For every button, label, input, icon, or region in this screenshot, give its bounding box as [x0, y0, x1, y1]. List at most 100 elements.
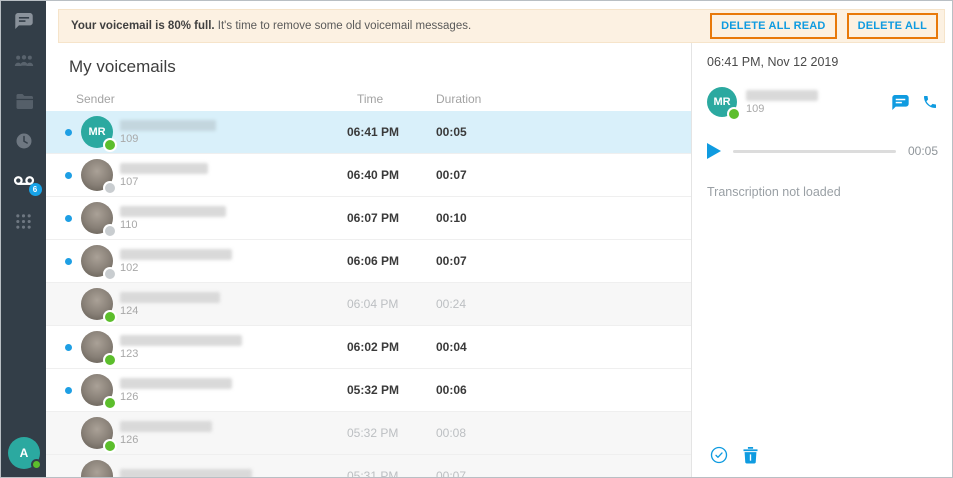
sender-avatar [81, 460, 113, 477]
voicemail-list-pane: My voicemails Sender Time Duration MR 10… [46, 43, 691, 477]
sender-avatar [81, 245, 115, 279]
voicemail-count-badge: 6 [28, 183, 42, 196]
duration-cell: 00:07 [436, 168, 467, 182]
voicemail-datetime: 06:41 PM, Nov 12 2019 [707, 55, 839, 69]
sender-presence-dot [105, 355, 115, 365]
clock-icon [15, 132, 33, 150]
sidebar-item-folder[interactable] [12, 90, 36, 112]
sender-presence-dot [105, 398, 115, 408]
redacted-sender-name [120, 248, 232, 260]
sender-extension: 110 [120, 218, 138, 231]
mark-as-read-button[interactable] [710, 446, 728, 464]
voicemail-row[interactable]: MR 109 06:41 PM 00:05 [46, 111, 691, 154]
sender-avatar [81, 417, 115, 451]
sender-presence-dot [105, 312, 115, 322]
duration-cell: 00:10 [436, 211, 467, 225]
sender-avatar [81, 288, 115, 322]
sender-extension: 107 [120, 175, 139, 188]
voicemail-row[interactable]: 107 06:40 PM 00:07 [46, 154, 691, 197]
sender-avatar: MR [81, 116, 115, 150]
redacted-sender-name [120, 420, 212, 432]
sender-avatar [81, 159, 115, 193]
time-cell: 06:40 PM [347, 168, 400, 182]
sidebar-item-chat[interactable] [12, 10, 36, 32]
redacted-sender-name [120, 205, 226, 217]
redacted-contact-name [746, 89, 818, 101]
sender-extension: 126 [120, 390, 139, 403]
user-presence-dot [31, 459, 42, 470]
storage-warning-text: Your voicemail is 80% full. It's time to… [71, 20, 700, 32]
call-action-button[interactable] [922, 94, 938, 110]
sidebar-item-users[interactable] [12, 50, 36, 72]
duration-cell: 00:07 [436, 469, 467, 478]
delete-all-button[interactable]: DELETE ALL [846, 13, 938, 39]
player-duration: 00:05 [907, 144, 938, 158]
sender-presence-dot [105, 441, 115, 451]
time-cell: 05:32 PM [347, 383, 400, 397]
unread-dot-icon [65, 386, 72, 394]
transcription-status: Transcription not loaded [707, 185, 841, 199]
sender-presence-dot [105, 140, 115, 150]
sender-extension: 109 [120, 132, 139, 145]
redacted-sender-name [120, 377, 232, 389]
duration-cell: 00:04 [436, 340, 467, 354]
voicemail-row[interactable]: 102 06:06 PM 00:07 [46, 240, 691, 283]
apps-grid-icon [15, 213, 32, 230]
chat-action-button[interactable] [892, 94, 909, 110]
player-progress-bar[interactable] [733, 149, 896, 153]
voicemail-row[interactable]: 110 06:07 PM 00:10 [46, 197, 691, 240]
duration-cell: 00:24 [436, 297, 467, 311]
delete-all-read-button[interactable]: DELETE ALL READ [710, 13, 837, 39]
delete-voicemail-button[interactable] [743, 446, 758, 464]
sender-extension: 124 [120, 304, 139, 317]
unread-dot-icon [65, 171, 72, 179]
time-cell: 06:07 PM [347, 211, 400, 225]
contact-initials: MR [713, 96, 731, 108]
duration-cell: 00:06 [436, 383, 467, 397]
time-cell: 05:31 PM [347, 469, 399, 478]
sender-avatar [81, 202, 115, 236]
sidebar-item-voicemail[interactable]: 6 [12, 170, 42, 196]
duration-cell: 00:05 [436, 125, 467, 139]
sender-initials: MR [88, 126, 106, 138]
sidebar: 6 A [1, 1, 46, 477]
sender-extension: 123 [120, 347, 139, 360]
column-header-duration: Duration [436, 92, 482, 106]
voicemail-row[interactable]: 123 06:02 PM 00:04 [46, 326, 691, 369]
unread-dot-icon [65, 343, 72, 351]
users-icon [14, 54, 34, 68]
user-avatar[interactable]: A [8, 437, 42, 470]
sidebar-item-history[interactable] [12, 130, 36, 152]
detail-footer [710, 446, 758, 464]
time-cell: 06:02 PM [347, 340, 400, 354]
voicemail-rows: MR 109 06:41 PM 00:05 107 06:40 PM 00:07 [46, 111, 691, 478]
play-button[interactable] [707, 143, 721, 159]
sender-extension: 126 [120, 433, 139, 446]
voicemail-row[interactable]: 126 05:32 PM 00:08 [46, 412, 691, 455]
contact-extension: 109 [746, 102, 765, 115]
storage-warning-bold: Your voicemail is 80% full. [71, 20, 215, 32]
storage-warning-banner: Your voicemail is 80% full. It's time to… [58, 9, 945, 43]
contact-avatar: MR [707, 87, 739, 119]
unread-dot-icon [65, 257, 72, 265]
time-cell: 06:06 PM [347, 254, 400, 268]
sidebar-item-apps[interactable] [12, 210, 36, 232]
voicemail-app-window: 6 A Your voicemail is 80% full. It's tim… [0, 0, 953, 478]
redacted-sender-name [120, 291, 220, 303]
sender-avatar [81, 374, 115, 408]
folder-icon [15, 93, 33, 109]
contact-line: MR 109 [707, 87, 938, 119]
time-cell: 05:32 PM [347, 426, 399, 440]
voicemail-row[interactable]: 05:31 PM 00:07 [46, 455, 691, 478]
voicemail-row[interactable]: 126 05:32 PM 00:06 [46, 369, 691, 412]
unread-dot-icon [65, 128, 72, 136]
sender-presence-dot [105, 183, 115, 193]
contact-presence-dot [729, 109, 739, 119]
voicemail-row[interactable]: 124 06:04 PM 00:24 [46, 283, 691, 326]
list-header: Sender Time Duration [46, 78, 691, 111]
redacted-sender-name [120, 469, 252, 477]
sender-avatar [81, 331, 115, 365]
page-title: My voicemails [69, 57, 176, 76]
storage-warning-rest: It's time to remove some old voicemail m… [214, 20, 472, 32]
sender-presence-dot [105, 269, 115, 279]
